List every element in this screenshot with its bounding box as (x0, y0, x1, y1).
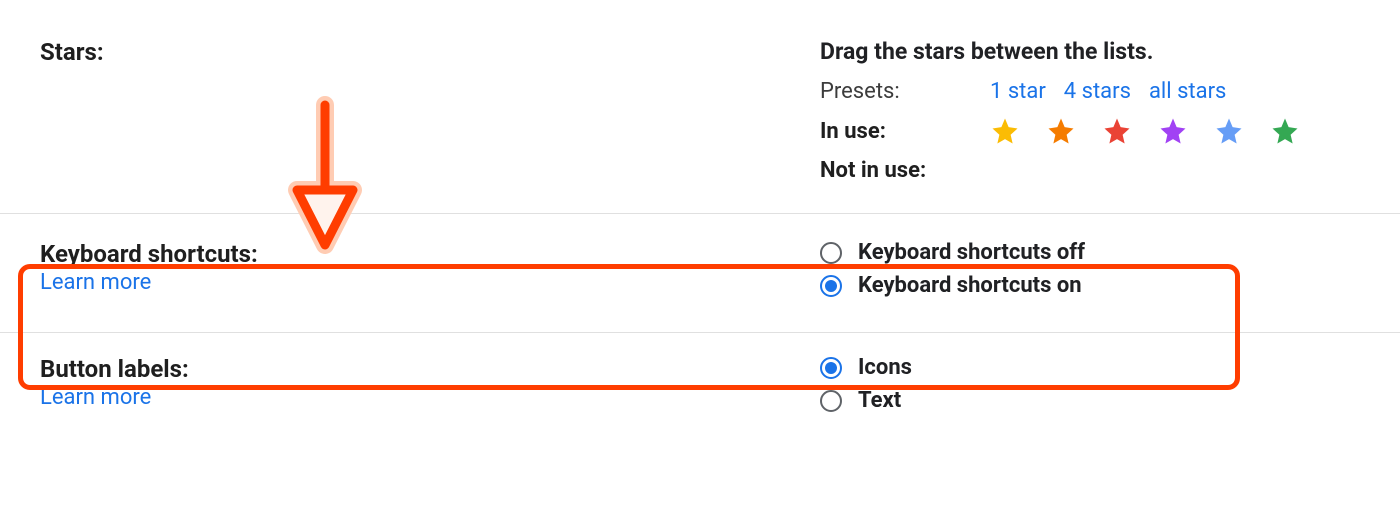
star-icon-purple[interactable] (1158, 116, 1188, 146)
radio-text[interactable]: Text (820, 388, 1360, 413)
button-labels-learn-more-link[interactable]: Learn more (40, 385, 820, 410)
preset-1-star[interactable]: 1 star (990, 79, 1046, 104)
radio-keyboard-on[interactable]: Keyboard shortcuts on (820, 273, 1360, 298)
presets-label: Presets: (820, 79, 990, 104)
stars-in-use (990, 116, 1300, 146)
radio-label: Keyboard shortcuts off (858, 240, 1085, 265)
radio-label: Keyboard shortcuts on (858, 273, 1082, 298)
radio-label: Text (858, 388, 901, 413)
setting-keyboard-shortcuts: Keyboard shortcuts: Learn more Keyboard … (0, 214, 1400, 333)
preset-all-stars[interactable]: all stars (1149, 79, 1226, 104)
stars-label: Stars: (40, 38, 820, 66)
setting-stars: Stars: Drag the stars between the lists.… (0, 20, 1400, 214)
preset-4-stars[interactable]: 4 stars (1064, 79, 1131, 104)
radio-icons[interactable]: Icons (820, 355, 1360, 380)
star-icon-blue[interactable] (1214, 116, 1244, 146)
keyboard-learn-more-link[interactable]: Learn more (40, 270, 820, 295)
stars-description: Drag the stars between the lists. (820, 38, 1360, 65)
settings-panel: Stars: Drag the stars between the lists.… (0, 0, 1400, 459)
not-in-use-label: Not in use: (820, 158, 990, 183)
radio-icon (820, 242, 842, 264)
star-icon-red[interactable] (1102, 116, 1132, 146)
radio-icon-selected (820, 357, 842, 379)
radio-label: Icons (858, 355, 912, 380)
in-use-label: In use: (820, 119, 990, 144)
star-icon-green[interactable] (1270, 116, 1300, 146)
preset-links: 1 star 4 stars all stars (990, 79, 1226, 104)
setting-button-labels: Button labels: Learn more Icons Text (0, 333, 1400, 439)
star-icon-orange[interactable] (1046, 116, 1076, 146)
radio-icon-selected (820, 275, 842, 297)
button-labels-label: Button labels: (40, 355, 820, 383)
keyboard-shortcuts-label: Keyboard shortcuts: (40, 240, 820, 268)
radio-icon (820, 390, 842, 412)
star-icon-yellow[interactable] (990, 116, 1020, 146)
radio-keyboard-off[interactable]: Keyboard shortcuts off (820, 240, 1360, 265)
